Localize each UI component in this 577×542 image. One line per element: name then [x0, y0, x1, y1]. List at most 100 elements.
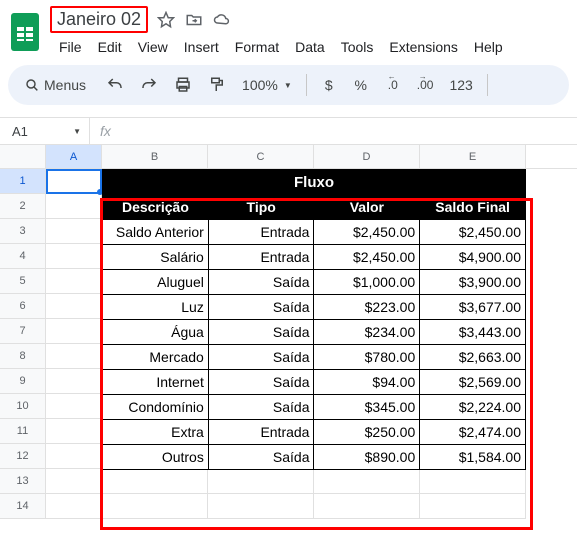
- search-menus-button[interactable]: Menus: [18, 71, 96, 99]
- name-box[interactable]: A1 ▼: [0, 118, 90, 144]
- menu-tools[interactable]: Tools: [334, 35, 381, 59]
- table-cell[interactable]: Saída: [208, 295, 314, 320]
- cell[interactable]: [102, 469, 208, 494]
- table-cell[interactable]: $3,443.00: [420, 320, 526, 345]
- cloud-status-icon[interactable]: [212, 10, 232, 30]
- redo-button[interactable]: [134, 71, 164, 99]
- increase-decimal-button[interactable]: .00→: [411, 71, 440, 99]
- decrease-decimal-button[interactable]: .0←: [379, 71, 407, 99]
- table-cell[interactable]: Saída: [208, 445, 314, 470]
- row-header[interactable]: 11: [0, 419, 46, 444]
- table-cell[interactable]: $223.00: [314, 295, 420, 320]
- column-header-e[interactable]: E: [420, 145, 526, 168]
- star-icon[interactable]: [156, 10, 176, 30]
- print-button[interactable]: [168, 71, 198, 99]
- move-folder-icon[interactable]: [184, 10, 204, 30]
- column-header-a[interactable]: A: [46, 145, 102, 168]
- table-cell[interactable]: $3,677.00: [420, 295, 526, 320]
- table-cell[interactable]: $2,450.00: [420, 220, 526, 245]
- table-cell[interactable]: Saída: [208, 320, 314, 345]
- table-cell[interactable]: $890.00: [314, 445, 420, 470]
- table-cell[interactable]: $780.00: [314, 345, 420, 370]
- table-cell[interactable]: $345.00: [314, 395, 420, 420]
- cell[interactable]: [46, 294, 102, 319]
- cell[interactable]: [46, 469, 102, 494]
- table-cell[interactable]: Extra: [103, 420, 209, 445]
- row-header[interactable]: 6: [0, 294, 46, 319]
- cells-area[interactable]: Fluxo Descrição Tipo Valor Saldo Final S…: [46, 169, 526, 519]
- table-row[interactable]: AluguelSaída$1,000.00$3,900.00: [103, 270, 526, 295]
- table-cell[interactable]: Saída: [208, 395, 314, 420]
- table-cell[interactable]: Entrada: [208, 220, 314, 245]
- table-row[interactable]: OutrosSaída$890.00$1,584.00: [103, 445, 526, 470]
- column-header-c[interactable]: C: [208, 145, 314, 168]
- table-cell[interactable]: Condomínio: [103, 395, 209, 420]
- percent-button[interactable]: %: [347, 71, 375, 99]
- row-header[interactable]: 8: [0, 344, 46, 369]
- select-all-corner[interactable]: [0, 145, 46, 168]
- cell[interactable]: [46, 194, 102, 219]
- table-row[interactable]: SalárioEntrada$2,450.00$4,900.00: [103, 245, 526, 270]
- menu-view[interactable]: View: [131, 35, 175, 59]
- cell[interactable]: [420, 469, 526, 494]
- cell[interactable]: [46, 169, 102, 194]
- row-header[interactable]: 7: [0, 319, 46, 344]
- table-row[interactable]: Saldo AnteriorEntrada$2,450.00$2,450.00: [103, 220, 526, 245]
- table-cell[interactable]: $1,584.00: [420, 445, 526, 470]
- row-header[interactable]: 3: [0, 219, 46, 244]
- table-cell[interactable]: Salário: [103, 245, 209, 270]
- table-row[interactable]: ExtraEntrada$250.00$2,474.00: [103, 420, 526, 445]
- cell[interactable]: [46, 219, 102, 244]
- menu-extensions[interactable]: Extensions: [382, 35, 464, 59]
- sheets-logo[interactable]: [8, 10, 42, 54]
- table-cell[interactable]: Saída: [208, 345, 314, 370]
- row-header[interactable]: 2: [0, 194, 46, 219]
- table-cell[interactable]: Luz: [103, 295, 209, 320]
- column-header-d[interactable]: D: [314, 145, 420, 168]
- table-cell[interactable]: Saída: [208, 270, 314, 295]
- cell[interactable]: [208, 469, 314, 494]
- cell[interactable]: [46, 494, 102, 519]
- cell[interactable]: [208, 494, 314, 519]
- table-row[interactable]: InternetSaída$94.00$2,569.00: [103, 370, 526, 395]
- menu-file[interactable]: File: [52, 35, 89, 59]
- row-header[interactable]: 5: [0, 269, 46, 294]
- row-header[interactable]: 14: [0, 494, 46, 519]
- cell[interactable]: [46, 344, 102, 369]
- menu-format[interactable]: Format: [228, 35, 286, 59]
- cell[interactable]: [46, 269, 102, 294]
- currency-button[interactable]: $: [315, 71, 343, 99]
- table-cell[interactable]: $2,474.00: [420, 420, 526, 445]
- cell[interactable]: [46, 394, 102, 419]
- table-cell[interactable]: Mercado: [103, 345, 209, 370]
- menu-insert[interactable]: Insert: [177, 35, 226, 59]
- table-cell[interactable]: Saída: [208, 370, 314, 395]
- table-cell[interactable]: $2,450.00: [314, 220, 420, 245]
- row-header[interactable]: 1: [0, 169, 46, 194]
- cell[interactable]: [420, 494, 526, 519]
- table-cell[interactable]: Entrada: [208, 420, 314, 445]
- table-cell[interactable]: $94.00: [314, 370, 420, 395]
- table-row[interactable]: ÁguaSaída$234.00$3,443.00: [103, 320, 526, 345]
- table-row[interactable]: MercadoSaída$780.00$2,663.00: [103, 345, 526, 370]
- menu-data[interactable]: Data: [288, 35, 332, 59]
- table-cell[interactable]: $2,450.00: [314, 245, 420, 270]
- table-cell[interactable]: Entrada: [208, 245, 314, 270]
- cell[interactable]: [314, 469, 420, 494]
- table-cell[interactable]: $2,569.00: [420, 370, 526, 395]
- row-header[interactable]: 9: [0, 369, 46, 394]
- table-cell[interactable]: $234.00: [314, 320, 420, 345]
- row-header[interactable]: 13: [0, 469, 46, 494]
- table-row[interactable]: LuzSaída$223.00$3,677.00: [103, 295, 526, 320]
- table-cell[interactable]: Internet: [103, 370, 209, 395]
- row-header[interactable]: 12: [0, 444, 46, 469]
- table-cell[interactable]: Aluguel: [103, 270, 209, 295]
- zoom-dropdown[interactable]: 100%▼: [236, 71, 298, 99]
- cell[interactable]: [46, 369, 102, 394]
- menu-edit[interactable]: Edit: [91, 35, 129, 59]
- cell[interactable]: [46, 244, 102, 269]
- table-cell[interactable]: Outros: [103, 445, 209, 470]
- row-header[interactable]: 4: [0, 244, 46, 269]
- document-title[interactable]: Janeiro 02: [50, 6, 148, 33]
- cell[interactable]: [314, 494, 420, 519]
